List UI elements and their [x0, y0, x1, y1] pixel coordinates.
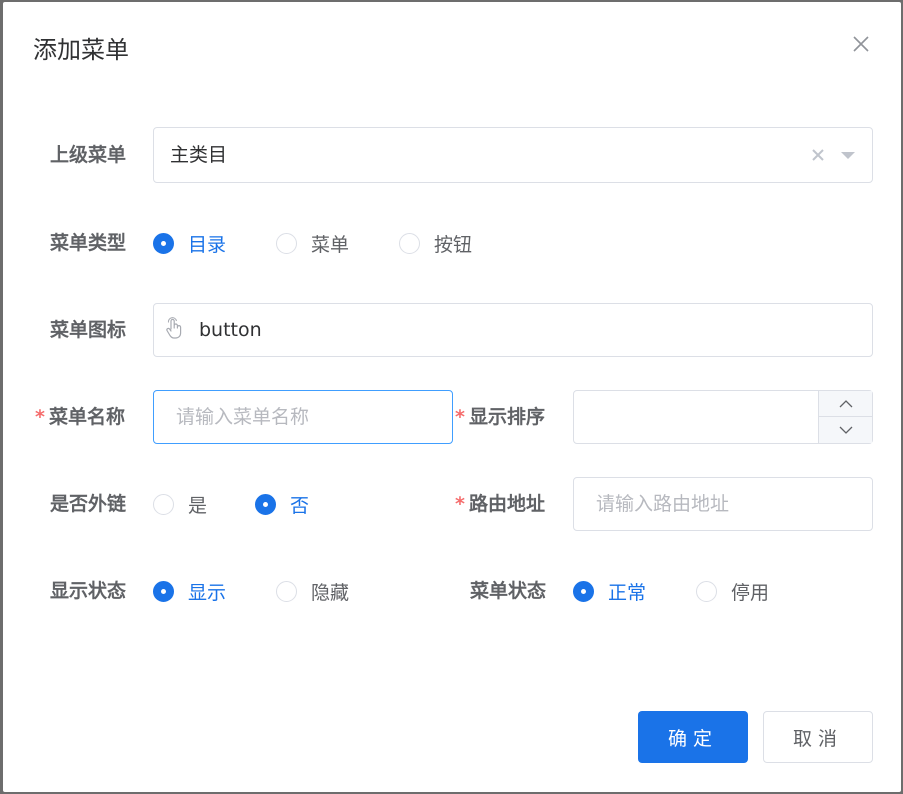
radio-external-no[interactable]: 否 [255, 492, 310, 517]
required-mark: * [455, 493, 465, 515]
radio-dot [276, 580, 297, 602]
radio-label: 菜单 [311, 233, 350, 256]
radio-label: 停用 [731, 581, 770, 604]
chevron-down-icon [839, 426, 852, 434]
decrease-button[interactable] [819, 417, 872, 443]
dialog-title: 添加菜单 [33, 36, 129, 64]
confirm-button[interactable]: 确定 [638, 711, 748, 763]
menu-name-input[interactable]: 请输入菜单名称 [153, 390, 453, 444]
radio-label: 目录 [188, 233, 227, 256]
radio-dot [153, 580, 174, 602]
route-path-input[interactable]: 请输入路由地址 [573, 477, 873, 531]
route-path-label: * 路由地址 [455, 492, 545, 516]
visible-status-label: 显示状态 [50, 580, 127, 602]
radio-dot [696, 580, 717, 602]
increase-button[interactable] [819, 391, 872, 417]
cancel-button[interactable]: 取消 [763, 711, 873, 763]
menu-icon-label: 菜单图标 [50, 319, 127, 341]
radio-menu-type-button[interactable]: 按钮 [399, 231, 473, 256]
caret-down-icon[interactable] [840, 149, 856, 161]
display-order-label: * 显示排序 [455, 405, 545, 429]
parent-menu-label: 上级菜单 [50, 144, 127, 166]
is-external-label: 是否外链 [50, 493, 127, 515]
radio-label: 否 [290, 494, 310, 517]
radio-dot [276, 232, 297, 254]
menu-name-label: * 菜单名称 [35, 405, 125, 429]
radio-dot [573, 580, 594, 602]
display-order-label-text: 显示排序 [468, 406, 545, 428]
required-mark: * [35, 406, 45, 428]
menu-name-label-text: 菜单名称 [48, 406, 125, 428]
route-path-label-text: 路由地址 [468, 493, 545, 515]
radio-status-normal[interactable]: 正常 [573, 579, 647, 604]
add-menu-dialog: 添加菜单 上级菜单 主类目 菜单类型 目录 菜单 按钮 菜单图标 button [3, 2, 901, 792]
radio-menu-type-directory[interactable]: 目录 [153, 231, 227, 256]
required-mark: * [455, 406, 465, 428]
menu-icon-value: button [199, 319, 262, 341]
radio-visible-hide[interactable]: 隐藏 [276, 579, 350, 604]
number-stepper [818, 391, 872, 443]
display-order-input[interactable] [573, 390, 873, 444]
radio-external-yes[interactable]: 是 [153, 492, 208, 517]
radio-label: 显示 [188, 581, 227, 604]
radio-dot [255, 493, 276, 515]
chevron-up-icon [839, 399, 852, 407]
hand-pointer-icon [166, 317, 182, 339]
radio-label: 按钮 [434, 233, 473, 256]
radio-dot [153, 493, 174, 515]
menu-name-placeholder: 请输入菜单名称 [176, 406, 310, 428]
route-path-placeholder: 请输入路由地址 [596, 493, 730, 515]
parent-menu-value: 主类目 [170, 144, 228, 166]
menu-icon-input[interactable]: button [153, 303, 873, 357]
radio-menu-type-menu[interactable]: 菜单 [276, 231, 350, 256]
clear-icon[interactable] [811, 148, 825, 162]
radio-status-disabled[interactable]: 停用 [696, 579, 770, 604]
radio-dot [399, 232, 420, 254]
menu-type-label: 菜单类型 [50, 232, 127, 254]
radio-label: 正常 [608, 581, 647, 604]
radio-label: 是 [188, 494, 208, 517]
close-icon[interactable] [849, 32, 873, 56]
radio-visible-show[interactable]: 显示 [153, 579, 227, 604]
radio-dot [153, 232, 174, 254]
parent-menu-select[interactable]: 主类目 [153, 127, 873, 183]
radio-label: 隐藏 [311, 581, 350, 604]
menu-status-label: 菜单状态 [470, 580, 547, 602]
